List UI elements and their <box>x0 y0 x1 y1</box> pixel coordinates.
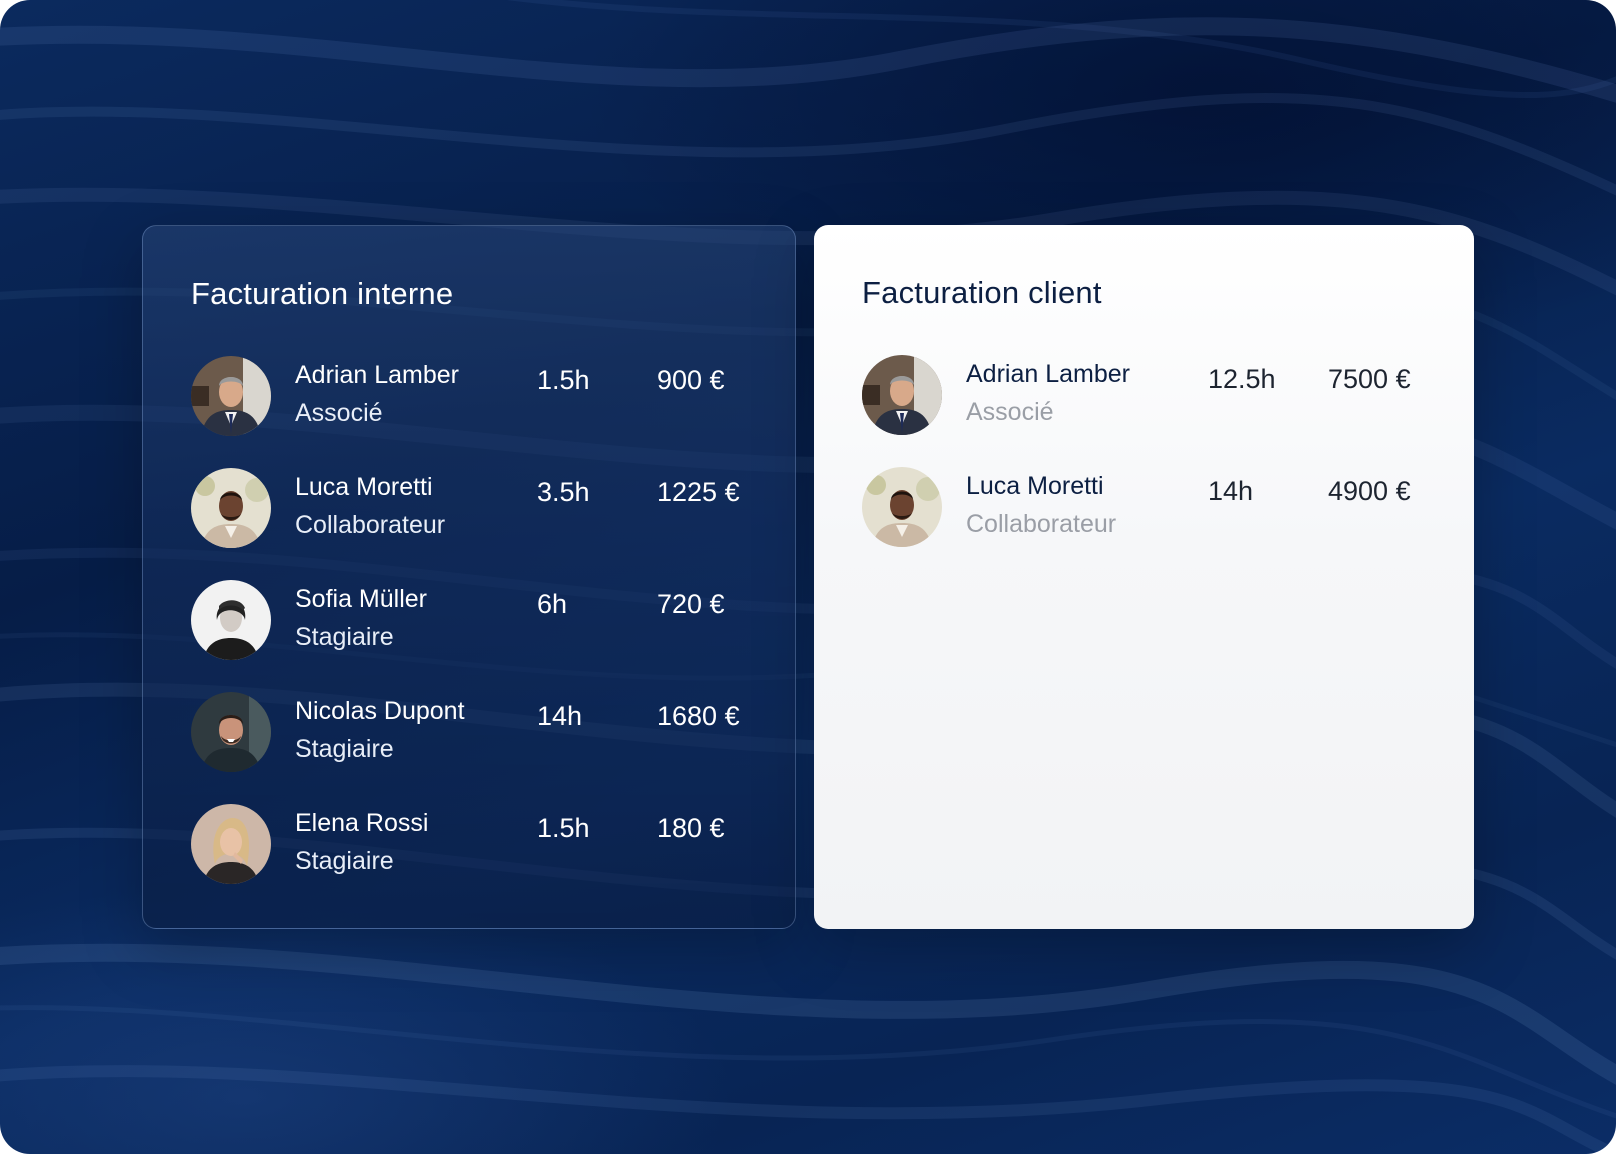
avatar-photo-luca <box>191 468 271 548</box>
amount-value: 7500 € <box>1328 364 1411 394</box>
employee-name: Sofia Müller <box>295 585 427 613</box>
list-item: Luca Moretti Collaborateur 3.5h 1225 € <box>191 468 751 548</box>
amount-value: 1680 € <box>657 701 740 731</box>
avatar-photo-elena <box>191 804 271 884</box>
background-canvas: Facturation interne Adrian Lamber Associ… <box>0 0 1616 1154</box>
employee-name: Luca Moretti <box>966 472 1104 500</box>
employee-role: Associé <box>295 399 383 427</box>
panel-title: Facturation client <box>862 275 1102 310</box>
employee-role: Stagiaire <box>295 623 394 651</box>
employee-role: Collaborateur <box>966 510 1117 538</box>
avatar-photo-adrian <box>862 355 942 435</box>
amount-value: 4900 € <box>1328 476 1411 506</box>
hours-value: 6h <box>537 589 568 619</box>
client-billing-panel: Facturation client Adrian Lamber Associé… <box>814 225 1474 929</box>
list-item: Luca Moretti Collaborateur 14h 4900 € <box>862 467 1422 547</box>
avatar-photo-sofia <box>191 580 271 660</box>
avatar <box>191 692 271 772</box>
hours-value: 14h <box>1208 476 1254 506</box>
avatar-photo-nicolas <box>191 692 271 772</box>
employee-name: Elena Rossi <box>295 809 429 837</box>
hours-value: 14h <box>537 701 583 731</box>
internal-billing-panel: Facturation interne Adrian Lamber Associ… <box>142 225 796 929</box>
list-item: Elena Rossi Stagiaire 1.5h 180 € <box>191 804 751 884</box>
avatar <box>191 804 271 884</box>
avatar <box>191 468 271 548</box>
panel-title: Facturation interne <box>191 276 454 311</box>
amount-value: 900 € <box>657 365 725 395</box>
avatar-photo-luca <box>862 467 942 547</box>
amount-value: 1225 € <box>657 477 740 507</box>
employee-name: Adrian Lamber <box>295 361 459 389</box>
employee-name: Nicolas Dupont <box>295 697 465 725</box>
hours-value: 1.5h <box>537 813 590 843</box>
amount-value: 180 € <box>657 813 725 843</box>
avatar <box>191 580 271 660</box>
list-item: Sofia Müller Stagiaire 6h 720 € <box>191 580 751 660</box>
avatar <box>862 355 942 435</box>
list-item: Adrian Lamber Associé 1.5h 900 € <box>191 356 751 436</box>
avatar <box>191 356 271 436</box>
hours-value: 1.5h <box>537 365 590 395</box>
hours-value: 12.5h <box>1208 364 1276 394</box>
amount-value: 720 € <box>657 589 725 619</box>
list-item: Nicolas Dupont Stagiaire 14h 1680 € <box>191 692 751 772</box>
list-item: Adrian Lamber Associé 12.5h 7500 € <box>862 355 1422 435</box>
avatar-photo-adrian <box>191 356 271 436</box>
employee-role: Stagiaire <box>295 735 394 763</box>
hours-value: 3.5h <box>537 477 590 507</box>
employee-role: Collaborateur <box>295 511 446 539</box>
employee-role: Associé <box>966 398 1054 426</box>
avatar <box>862 467 942 547</box>
employee-name: Adrian Lamber <box>966 360 1130 388</box>
employee-role: Stagiaire <box>295 847 394 875</box>
employee-name: Luca Moretti <box>295 473 433 501</box>
